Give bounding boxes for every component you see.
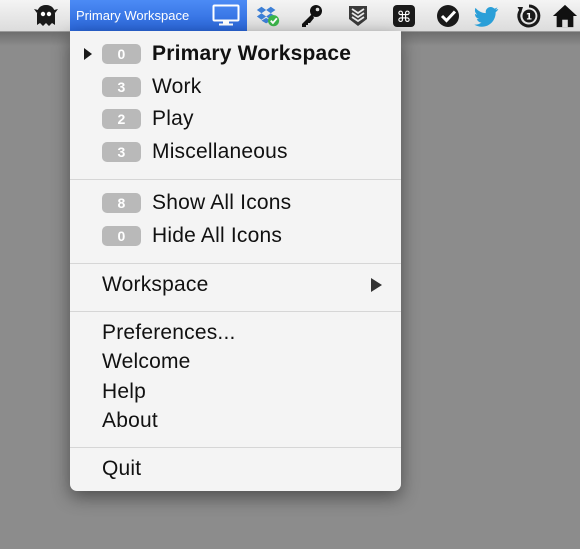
menu-item-about[interactable]: About <box>70 406 401 436</box>
menu-bar: Primary Workspace ⌘ 1 <box>0 0 580 32</box>
icon-count-badge: 2 <box>102 109 141 129</box>
menu-item-label: Workspace <box>102 273 209 296</box>
ghost-app-icon[interactable] <box>33 3 59 29</box>
menu-item-label: About <box>102 409 158 432</box>
menu-item-label: Play <box>152 107 194 130</box>
svg-text:1: 1 <box>526 13 532 23</box>
command-key-icon[interactable]: ⌘ <box>391 3 417 29</box>
menu-item-preferences[interactable]: Preferences... <box>70 318 401 348</box>
menu-item-welcome[interactable]: Welcome <box>70 347 401 377</box>
menu-item-label: Primary Workspace <box>152 42 352 65</box>
menu-item-label: Show All Icons <box>152 191 292 214</box>
active-workspace-label: Primary Workspace <box>76 8 190 23</box>
menu-separator <box>70 311 401 312</box>
menu-separator <box>70 447 401 448</box>
menu-item-help[interactable]: Help <box>70 377 401 407</box>
menu-item-label: Quit <box>102 457 142 480</box>
menu-item-workspace-submenu[interactable]: Workspace <box>70 270 401 300</box>
home-icon[interactable] <box>552 3 578 29</box>
menu-item-label: Work <box>152 75 202 98</box>
menu-item-work[interactable]: 3 Work <box>70 72 401 102</box>
menu-item-label: Hide All Icons <box>152 224 283 247</box>
current-workspace-indicator-icon <box>84 48 92 60</box>
monitor-icon <box>212 4 240 31</box>
workspace-dropdown-menu: 0 Primary Workspace 3 Work 2 Play 3 Misc… <box>70 31 401 491</box>
menu-item-show-all-icons[interactable]: 8 Show All Icons <box>70 188 401 218</box>
menu-item-label: Preferences... <box>102 321 236 344</box>
svg-text:⌘: ⌘ <box>397 8 412 26</box>
checkmark-circle-icon[interactable] <box>435 3 461 29</box>
icon-count-badge: 8 <box>102 193 141 213</box>
submenu-arrow-icon <box>371 278 382 292</box>
menu-item-quit[interactable]: Quit <box>70 454 401 484</box>
menu-separator <box>70 263 401 264</box>
menu-item-label: Help <box>102 380 146 403</box>
menu-item-label: Miscellaneous <box>152 140 288 163</box>
icon-count-badge: 0 <box>102 226 141 246</box>
menu-item-miscellaneous[interactable]: 3 Miscellaneous <box>70 137 401 167</box>
icon-count-badge: 0 <box>102 44 141 64</box>
dropbox-sync-icon[interactable] <box>255 3 281 29</box>
menu-item-hide-all-icons[interactable]: 0 Hide All Icons <box>70 221 401 251</box>
menu-item-primary-workspace[interactable]: 0 Primary Workspace <box>70 39 401 69</box>
menu-separator <box>70 179 401 180</box>
icon-count-badge: 3 <box>102 142 141 162</box>
key-icon[interactable] <box>299 3 325 29</box>
menu-item-play[interactable]: 2 Play <box>70 104 401 134</box>
icon-count-badge: 3 <box>102 77 141 97</box>
twitter-bird-icon[interactable] <box>474 3 500 29</box>
active-workspace-menu[interactable]: Primary Workspace <box>70 0 247 31</box>
layers-shield-icon[interactable] <box>345 3 371 29</box>
menu-item-label: Welcome <box>102 350 191 373</box>
timer-icon[interactable]: 1 <box>516 3 542 29</box>
